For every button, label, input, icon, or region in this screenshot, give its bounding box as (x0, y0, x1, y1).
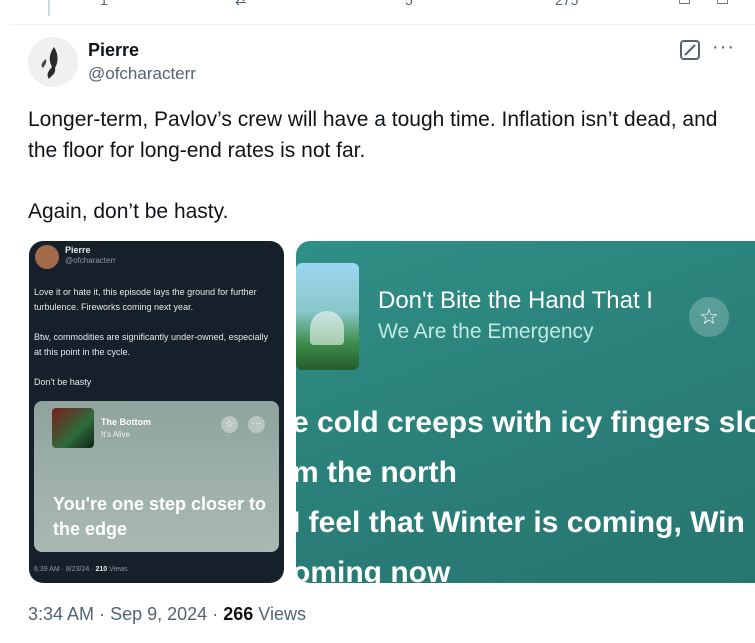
grok-icon[interactable] (680, 40, 700, 60)
embedded-album-art (52, 408, 94, 448)
embedded-song-title: The Bottom (101, 417, 151, 427)
tweet-date[interactable]: Sep 9, 2024 (110, 604, 207, 624)
tweet-paragraph-1: Longer-term, Pavlov’s crew will have a t… (28, 108, 718, 162)
embedded-tweet-text: Love it or hate it, this episode lays th… (34, 285, 274, 390)
media-image-embedded-tweet[interactable]: Pierre @ofcharacterr Love it or hate it,… (29, 241, 284, 583)
author-handle[interactable]: @ofcharacterr (88, 64, 196, 84)
album-art (296, 263, 359, 370)
embedded-paragraph-2: Btw, commodities are significantly under… (34, 332, 269, 357)
embedded-meta-time: 6:39 AM · 8/23/24 · (34, 566, 94, 573)
embedded-meta-views-label: Views (109, 566, 128, 573)
separator: · (99, 604, 106, 624)
embedded-paragraph-1: Love it or hate it, this episode lays th… (34, 287, 257, 312)
reply-count[interactable]: 1 (100, 0, 108, 8)
embedded-meta: 6:39 AM · 8/23/24 · 210 Views (34, 566, 128, 573)
embedded-song-artist: It's Alive (101, 430, 131, 439)
tweet-paragraph-2: Again, don’t be hasty. (28, 200, 229, 223)
song-title: Don't Bite the Hand That I (378, 287, 653, 314)
tweet-text: Longer-term, Pavlov’s crew will have a t… (28, 104, 728, 227)
song-artist: We Are the Emergency (378, 320, 594, 343)
avatar[interactable] (28, 37, 78, 87)
tweet-time[interactable]: 3:34 AM (28, 604, 94, 624)
share-icon[interactable]: ▭ (716, 0, 729, 9)
more-icon[interactable]: ··· (712, 36, 735, 59)
bookmark-icon[interactable]: ▭ (678, 0, 691, 9)
embedded-lyric: You're one step closer to the edge (53, 494, 266, 539)
tweet-timestamp: 3:34 AM · Sep 9, 2024 · 266 Views (28, 604, 306, 625)
lyrics: e cold creeps with icy fingers slo m the… (296, 401, 755, 583)
avatar-figure (41, 47, 58, 79)
retweet-icon[interactable]: ⇄ (235, 0, 247, 9)
author-name[interactable]: Pierre (88, 40, 139, 61)
lyric-line-1: e cold creeps with icy fingers slo (296, 406, 755, 439)
media-image-music-card[interactable]: Don't Bite the Hand That I We Are the Em… (296, 241, 755, 583)
lyric-line-3: I feel that Winter is coming, Win (296, 506, 745, 539)
lyric-line-4: oming now (296, 556, 451, 583)
separator: · (212, 604, 219, 624)
album-art-dome (310, 311, 344, 345)
previous-tweet-actions: 1 ⇄ 5 275 ▭ ▭ (0, 0, 755, 12)
more-icon: ··· (248, 416, 265, 433)
embedded-paragraph-3: Don't be hasty (34, 377, 92, 387)
like-count[interactable]: 5 (405, 0, 413, 8)
embedded-music-card: The Bottom It's Alive ☆ ··· You're one s… (34, 401, 279, 552)
embedded-author-name: Pierre (65, 245, 91, 255)
embedded-avatar (35, 245, 59, 269)
views-count[interactable]: 275 (555, 0, 578, 8)
lyric-line-2: m the north (296, 456, 457, 489)
divider (10, 24, 755, 25)
star-icon: ☆ (221, 416, 238, 433)
tweet-views-count: 266 (223, 604, 254, 624)
thread-line (48, 0, 50, 16)
embedded-meta-views: 210 (95, 566, 108, 573)
embedded-author-handle: @ofcharacterr (65, 256, 116, 265)
tweet-views-label: Views (258, 604, 306, 624)
star-icon: ☆ (689, 297, 729, 337)
